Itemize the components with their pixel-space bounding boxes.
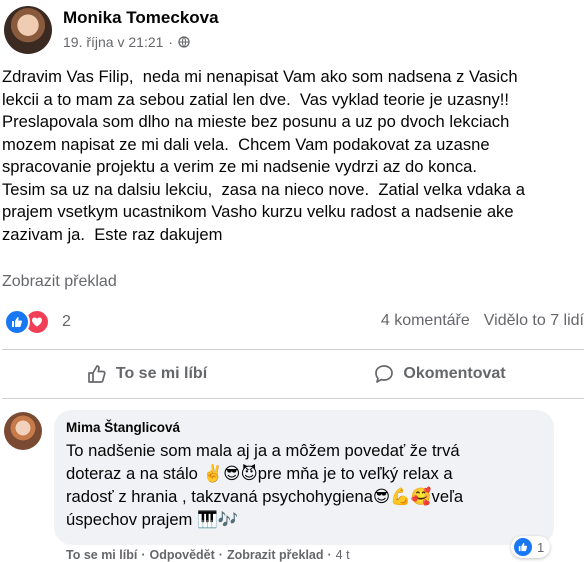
divider-top (2, 349, 584, 350)
comment-like-count: 1 (537, 539, 545, 555)
see-translation-link[interactable]: Zobrazit překlad (2, 273, 117, 291)
thumbs-up-icon (88, 365, 106, 383)
comment-reactions-badge[interactable]: 1 (511, 536, 551, 558)
comment-bubble: Mima Štanglicová To nadšenie som mala aj… (54, 410, 554, 545)
comment-bubble-icon (375, 365, 394, 383)
post-action-bar: To se mi líbí Okomentovat (0, 352, 586, 396)
divider-bottom (2, 398, 584, 399)
commenter-avatar[interactable] (4, 412, 42, 450)
comment-time[interactable]: 4 t (336, 548, 350, 562)
like-button-label: To se mi líbí (115, 365, 208, 382)
author-name[interactable]: Monika Tomeckova (63, 8, 219, 28)
comment-like-link[interactable]: To se mi líbí (66, 548, 137, 562)
comment-actions: To se mi líbí · Odpovědět · Zobrazit překlad… (66, 548, 350, 562)
author-avatar[interactable] (4, 6, 52, 54)
globe-icon[interactable] (178, 36, 190, 48)
post-body-text: Zdravim Vas Filip, neda mi nenapisat Vam… (2, 67, 525, 244)
reactions-count: 2 (62, 313, 71, 330)
post-stats: 4 komentáře Viděl­o to 7 lidí (367, 312, 584, 330)
comment-button-label: Okomentovat (403, 365, 506, 382)
meta-separator: · (168, 34, 174, 50)
comment-button[interactable]: Okomentovat (293, 352, 586, 396)
comment-like-reaction-icon (513, 537, 533, 557)
comment-reply-link[interactable]: Odpovědět (149, 548, 214, 562)
commenter-name[interactable]: Mima Štanglicová (66, 420, 542, 435)
reactions-summary[interactable]: 2 (4, 308, 71, 336)
comments-count-link[interactable]: 4 komentáře (381, 312, 470, 329)
views-count: Viděl­o to 7 lidí (483, 312, 584, 329)
comment-translate-link[interactable]: Zobrazit překlad (227, 548, 324, 562)
post-timestamp[interactable]: 19. října v 21:21 (63, 34, 163, 50)
like-reaction-icon (4, 309, 30, 335)
like-button[interactable]: To se mi líbí (0, 352, 293, 396)
post-header: Monika Tomeckova 19. října v 21:21 · (0, 0, 586, 62)
comment-text: To nadšenie som mala aj ja a môžem poved… (66, 441, 464, 529)
post-meta: 19. října v 21:21 · (63, 34, 190, 50)
